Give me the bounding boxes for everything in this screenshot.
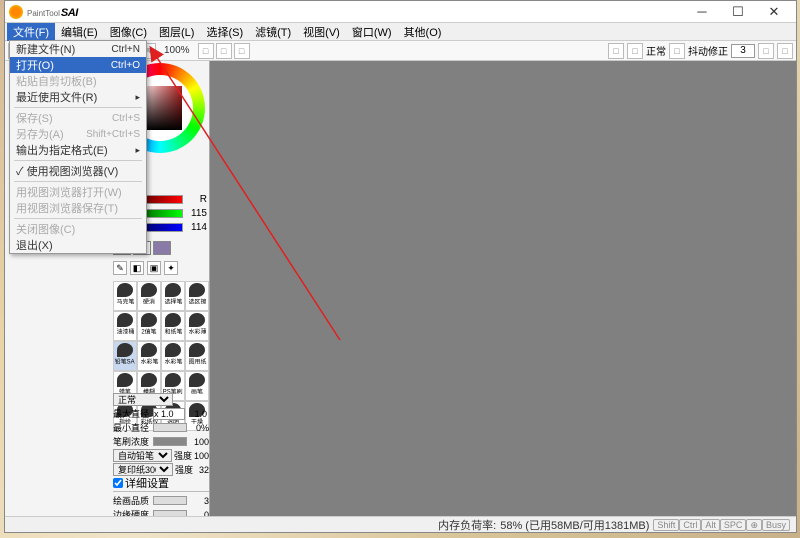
setting-slider[interactable] (153, 423, 187, 432)
brush-cell[interactable]: 马克笔 (113, 281, 137, 311)
status-badge: SPC (720, 519, 747, 531)
app-logo-icon (9, 5, 23, 19)
tool-a-icon[interactable]: □ (198, 43, 214, 59)
mem-value: 58% (已用58MB/可用1381MB) (500, 517, 649, 533)
menu-item[interactable]: 打开(O)Ctrl+O (10, 57, 146, 73)
close-button[interactable]: ✕ (756, 1, 792, 23)
titlebar: PaintToolSAI ─ ☐ ✕ (5, 1, 796, 23)
status-badge: Busy (762, 519, 790, 531)
brush-cell[interactable]: 2值笔 (137, 311, 161, 341)
brush-cell[interactable]: 硬消 (137, 281, 161, 311)
file-menu-dropdown: 新建文件(N)Ctrl+N打开(O)Ctrl+O粘贴自剪切板(B)最近使用文件(… (9, 40, 147, 254)
jitter-label: 抖动修正 (688, 43, 728, 58)
menu-item: 粘贴自剪切板(B) (10, 73, 146, 89)
jitter-input[interactable] (731, 44, 755, 58)
menu-item: 用视图浏览器保存(T) (10, 200, 146, 216)
status-badge: Ctrl (679, 519, 701, 531)
brush-cell[interactable]: 选区擦 (185, 281, 209, 311)
menubar: 文件(F) 编辑(E) 图像(C) 图层(L) 选择(S) 滤镜(T) 视图(V… (5, 23, 796, 41)
menu-item: 另存为(A)Shift+Ctrl+S (10, 126, 146, 142)
setting-slider[interactable] (153, 437, 187, 446)
tool-pen-icon[interactable]: ✎ (113, 261, 127, 275)
menu-file[interactable]: 文件(F) (7, 23, 55, 41)
tool-f-icon[interactable]: □ (669, 43, 685, 59)
menu-image[interactable]: 图像(C) (104, 23, 153, 41)
menu-edit[interactable]: 编辑(E) (55, 23, 104, 41)
canvas-area[interactable] (210, 61, 796, 516)
tool-eraser-icon[interactable]: ◧ (130, 261, 144, 275)
status-badge: Alt (701, 519, 720, 531)
menu-layer[interactable]: 图层(L) (153, 23, 200, 41)
tool-wand-icon[interactable]: ✦ (164, 261, 178, 275)
brush-cell[interactable]: 水彩笔 (137, 341, 161, 371)
brush-cell[interactable]: 选择笔 (161, 281, 185, 311)
menu-select[interactable]: 选择(S) (200, 23, 249, 41)
menu-item: 用视图浏览器打开(W) (10, 184, 146, 200)
zoom-level: 100% (158, 45, 196, 56)
menu-item[interactable]: 输出为指定格式(E) (10, 142, 146, 158)
menu-item[interactable]: ✓ 使用视图浏览器(V) (10, 163, 146, 179)
brush-cell[interactable]: 图用纸 (185, 341, 209, 371)
app-title: PaintToolSAI (27, 4, 78, 20)
texture1-select[interactable]: 自动铅笔 (113, 449, 172, 462)
brush-cell[interactable]: 水彩薄 (185, 311, 209, 341)
tool-b-icon[interactable]: □ (216, 43, 232, 59)
detail-check[interactable] (113, 478, 123, 488)
setting-slider[interactable] (153, 496, 187, 505)
setting-slider[interactable] (153, 510, 187, 516)
setting-input[interactable] (153, 408, 185, 420)
tool-e-icon[interactable]: □ (627, 43, 643, 59)
menu-other[interactable]: 其他(O) (398, 23, 448, 41)
tool-c-icon[interactable]: □ (234, 43, 250, 59)
statusbar: 内存负荷率: 58% (已用58MB/可用1381MB) ShiftCtrlAl… (5, 516, 796, 532)
brush-settings: 正常最大直径1.0最小直径0%笔刷浓度100自动铅笔强度100复印纸300强度3… (113, 393, 209, 516)
tool-h-icon[interactable]: □ (777, 43, 793, 59)
blend-mode-select[interactable]: 正常 (113, 393, 173, 406)
menu-window[interactable]: 窗口(W) (346, 23, 398, 41)
swatch-recent[interactable] (153, 241, 171, 255)
menu-item[interactable]: 退出(X) (10, 237, 146, 253)
brush-cell[interactable]: 油漆桶 (113, 311, 137, 341)
status-badge: Shift (653, 519, 679, 531)
maximize-button[interactable]: ☐ (720, 1, 756, 23)
brush-cell[interactable]: 和纸笔 (161, 311, 185, 341)
menu-item[interactable]: 新建文件(N)Ctrl+N (10, 41, 146, 57)
brush-cell[interactable]: 水彩笔 (161, 341, 185, 371)
tool-bucket-icon[interactable]: ▣ (147, 261, 161, 275)
menu-item: 关闭图像(C) (10, 221, 146, 237)
status-badge: ⊕ (746, 519, 762, 531)
minimize-button[interactable]: ─ (684, 1, 720, 23)
menu-item: 保存(S)Ctrl+S (10, 110, 146, 126)
menu-view[interactable]: 视图(V) (297, 23, 346, 41)
tool-d-icon[interactable]: □ (608, 43, 624, 59)
tool-g-icon[interactable]: □ (758, 43, 774, 59)
menu-filter[interactable]: 滤镜(T) (249, 23, 297, 41)
brush-cell[interactable]: 铅笔SA (113, 341, 137, 371)
mem-label: 内存负荷率: (438, 517, 496, 533)
menu-item[interactable]: 最近使用文件(R) (10, 89, 146, 105)
mid-label: 正常 (646, 43, 666, 58)
